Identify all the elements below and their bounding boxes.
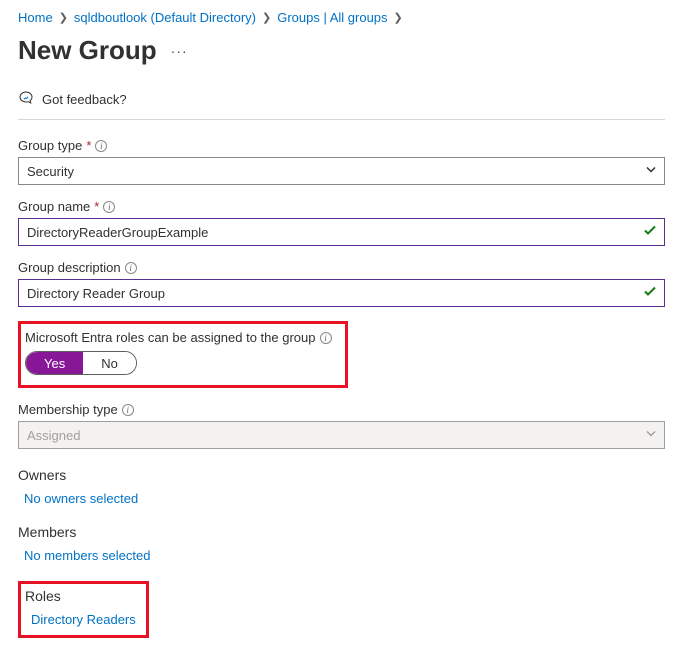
group-type-field: Group type * i Security — [18, 138, 665, 185]
group-name-input[interactable]: DirectoryReaderGroupExample — [18, 218, 665, 246]
chevron-right-icon: ❯ — [262, 11, 271, 24]
group-type-label: Group type — [18, 138, 82, 153]
roles-link[interactable]: Directory Readers — [31, 612, 136, 627]
membership-type-dropdown: Assigned — [18, 421, 665, 449]
page-title-row: New Group ··· — [18, 35, 665, 66]
group-name-value: DirectoryReaderGroupExample — [27, 225, 208, 240]
breadcrumb-directory[interactable]: sqldboutlook (Default Directory) — [74, 10, 256, 25]
breadcrumb: Home ❯ sqldboutlook (Default Directory) … — [18, 10, 665, 25]
roles-heading: Roles — [25, 588, 136, 604]
more-actions-button[interactable]: ··· — [171, 43, 188, 59]
required-indicator: * — [86, 138, 91, 153]
members-link[interactable]: No members selected — [24, 548, 665, 563]
members-heading: Members — [18, 524, 665, 540]
group-name-label: Group name — [18, 199, 90, 214]
required-indicator: * — [94, 199, 99, 214]
group-description-field: Group description i Directory Reader Gro… — [18, 260, 665, 307]
roles-highlight: Roles Directory Readers — [18, 581, 149, 638]
info-icon[interactable]: i — [125, 262, 137, 274]
roles-assignable-toggle[interactable]: Yes No — [25, 351, 137, 375]
toggle-yes[interactable]: Yes — [26, 352, 83, 374]
chevron-right-icon: ❯ — [59, 11, 68, 24]
chevron-right-icon: ❯ — [394, 11, 403, 24]
breadcrumb-groups[interactable]: Groups | All groups — [277, 10, 387, 25]
toggle-no[interactable]: No — [83, 352, 136, 374]
info-icon[interactable]: i — [122, 404, 134, 416]
roles-assignable-highlight: Microsoft Entra roles can be assigned to… — [18, 321, 348, 388]
info-icon[interactable]: i — [103, 201, 115, 213]
breadcrumb-home[interactable]: Home — [18, 10, 53, 25]
feedback-label: Got feedback? — [42, 92, 127, 107]
owners-link[interactable]: No owners selected — [24, 491, 665, 506]
group-description-input[interactable]: Directory Reader Group — [18, 279, 665, 307]
group-description-label: Group description — [18, 260, 121, 275]
group-type-dropdown[interactable]: Security — [18, 157, 665, 185]
info-icon[interactable]: i — [320, 332, 332, 344]
feedback-button[interactable]: Got feedback? — [18, 84, 665, 119]
membership-type-label: Membership type — [18, 402, 118, 417]
page-title: New Group — [18, 35, 157, 66]
divider — [18, 119, 665, 120]
membership-type-field: Membership type i Assigned — [18, 402, 665, 449]
group-name-field: Group name * i DirectoryReaderGroupExamp… — [18, 199, 665, 246]
owners-heading: Owners — [18, 467, 665, 483]
info-icon[interactable]: i — [95, 140, 107, 152]
membership-type-value: Assigned — [27, 428, 80, 443]
roles-assignable-label: Microsoft Entra roles can be assigned to… — [25, 330, 316, 345]
group-description-value: Directory Reader Group — [27, 286, 165, 301]
feedback-icon — [18, 90, 34, 109]
group-type-value: Security — [27, 164, 74, 179]
